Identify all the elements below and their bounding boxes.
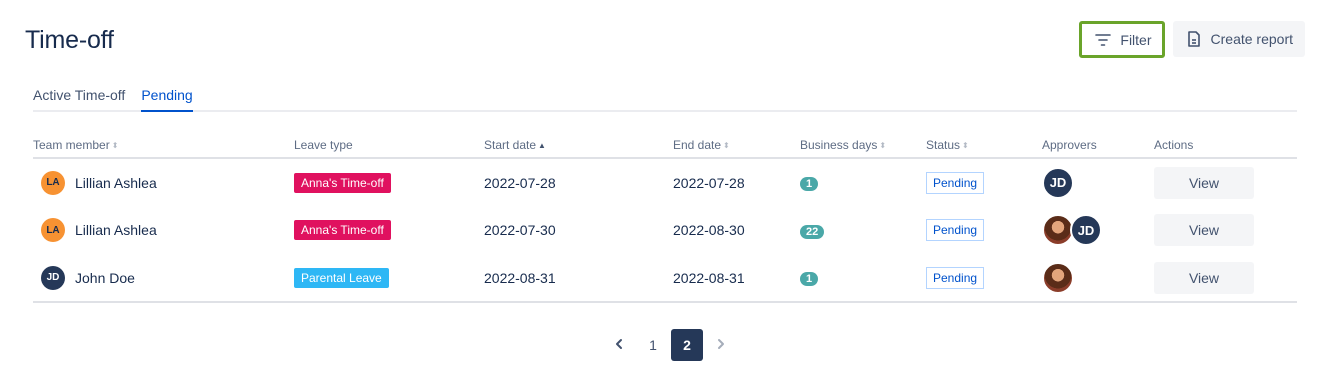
view-button[interactable]: View <box>1154 261 1254 294</box>
filter-icon <box>1094 31 1112 49</box>
pagination: 1 2 <box>603 329 737 361</box>
approvers: JD <box>1042 166 1154 199</box>
page-button-2[interactable]: 2 <box>671 329 703 361</box>
end-date: 2022-08-30 <box>673 222 745 238</box>
team-member: LA Lillian Ashlea <box>41 218 294 242</box>
document-icon <box>1185 30 1203 48</box>
leave-type-badge: Anna's Time-off <box>294 172 391 193</box>
member-name: Lillian Ashlea <box>75 174 157 191</box>
column-header-actions: Actions <box>1154 132 1297 159</box>
view-button[interactable]: View <box>1154 166 1254 199</box>
column-header-leave-type: Leave type <box>294 132 484 159</box>
chevron-right-icon <box>715 337 727 353</box>
table-row: LA Lillian Ashlea Anna's Time-off 2022-0… <box>33 158 1297 206</box>
business-days-badge: 22 <box>800 224 825 239</box>
header-actions: Filter Create report <box>1079 21 1305 58</box>
start-date: 2022-07-28 <box>484 174 556 191</box>
previous-page-button[interactable] <box>603 329 635 361</box>
table-row: LA Lillian Ashlea Anna's Time-off 2022-0… <box>33 206 1297 254</box>
sort-ascending-icon: ▲ <box>538 140 546 150</box>
table-header-row: Team member ⬍ Leave type Start date ▲ End … <box>33 132 1297 159</box>
create-report-label: Create report <box>1210 31 1293 47</box>
member-name: John Doe <box>75 269 135 286</box>
tab-active-time-off[interactable]: Active Time-off <box>33 87 125 110</box>
leave-type-badge: Anna's Time-off <box>294 220 391 240</box>
member-name: Lillian Ashlea <box>75 222 157 238</box>
tab-bar: Active Time-off Pending <box>33 87 1297 112</box>
status-badge: Pending <box>926 219 985 241</box>
chevron-left-icon <box>613 337 625 353</box>
status-badge: Pending <box>926 171 985 194</box>
status-badge: Pending <box>926 266 985 289</box>
sort-icon: ⬍ <box>111 140 119 150</box>
filter-label: Filter <box>1120 31 1152 48</box>
column-header-team-member[interactable]: Team member ⬍ <box>33 132 294 159</box>
approvers <box>1042 261 1154 294</box>
approver-photo-avatar <box>1042 261 1074 294</box>
team-member: JD John Doe <box>41 265 294 290</box>
column-header-start-date[interactable]: Start date ▲ <box>484 132 673 159</box>
page-title: Time-off <box>25 26 114 54</box>
view-button[interactable]: View <box>1154 214 1254 246</box>
time-off-table: Team member ⬍ Leave type Start date ▲ End … <box>33 132 1297 303</box>
sort-icon: ⬍ <box>723 140 730 150</box>
filter-button[interactable]: Filter <box>1079 21 1165 58</box>
avatar: LA <box>41 170 65 195</box>
avatar: JD <box>41 265 65 290</box>
end-date: 2022-07-28 <box>673 174 745 191</box>
sort-icon: ⬍ <box>879 140 887 150</box>
approver-avatar: JD <box>1042 166 1074 199</box>
tab-pending[interactable]: Pending <box>141 87 194 112</box>
sort-icon: ⬍ <box>962 140 969 150</box>
avatar: LA <box>41 218 65 242</box>
page-button-1[interactable]: 1 <box>637 329 669 361</box>
table-row: JD John Doe Parental Leave 2022-08-31 20… <box>33 254 1297 303</box>
create-report-button[interactable]: Create report <box>1172 21 1305 57</box>
column-header-end-date[interactable]: End date ⬍ <box>673 132 800 159</box>
column-header-status[interactable]: Status ⬍ <box>926 132 1042 159</box>
business-days-badge: 1 <box>800 177 819 191</box>
start-date: 2022-07-30 <box>484 222 556 238</box>
end-date: 2022-08-31 <box>673 254 800 303</box>
business-days-badge: 1 <box>800 272 819 286</box>
column-header-approvers: Approvers <box>1042 132 1154 159</box>
team-member: LA Lillian Ashlea <box>41 170 294 195</box>
leave-type-badge: Parental Leave <box>294 267 389 288</box>
next-page-button[interactable] <box>705 329 737 361</box>
approvers: JD <box>1042 214 1154 246</box>
start-date: 2022-08-31 <box>484 254 673 303</box>
approver-avatar: JD <box>1070 214 1102 246</box>
column-header-business-days[interactable]: Business days ⬍ <box>800 132 926 159</box>
